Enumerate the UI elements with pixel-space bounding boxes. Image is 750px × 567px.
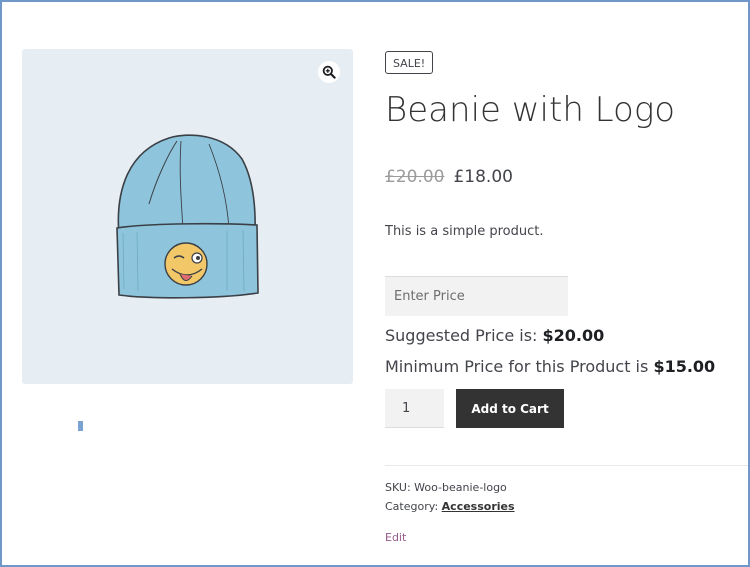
minimum-price: Minimum Price for this Product is $15.00 — [385, 355, 715, 379]
suggested-price-label: Suggested Price is: — [385, 326, 538, 345]
minimum-price-value: $15.00 — [653, 357, 716, 376]
sale-price: £18.00 — [453, 167, 513, 187]
category-label: Category: — [385, 500, 439, 513]
divider — [385, 465, 748, 466]
zoom-trigger[interactable] — [318, 61, 340, 83]
magnifier-plus-icon — [322, 65, 336, 79]
product-image[interactable] — [109, 129, 269, 304]
category-line: Category: Accessories — [385, 499, 515, 515]
product-title: Beanie with Logo — [385, 90, 676, 130]
suggested-price-value: $20.00 — [542, 326, 605, 345]
short-description: This is a simple product. — [385, 224, 544, 239]
gallery-thumbnail[interactable] — [78, 421, 83, 431]
quantity-input[interactable] — [385, 389, 444, 428]
page-frame: SALE! Beanie with Logo £20.00 £18.00 This… — [0, 0, 750, 567]
sku-line: SKU: Woo-beanie-logo — [385, 480, 507, 496]
sku-value: Woo-beanie-logo — [414, 481, 507, 494]
add-to-cart-button[interactable]: Add to Cart — [456, 389, 564, 428]
regular-price: £20.00 — [385, 167, 445, 187]
suggested-price: Suggested Price is: $20.00 — [385, 324, 604, 348]
edit-link[interactable]: Edit — [385, 530, 406, 546]
category-link[interactable]: Accessories — [442, 500, 515, 513]
minimum-price-label: Minimum Price for this Product is — [385, 357, 649, 376]
price-block: £20.00 £18.00 — [385, 165, 513, 189]
sale-badge: SALE! — [385, 51, 434, 74]
price-input[interactable] — [385, 276, 568, 316]
sku-label: SKU: — [385, 481, 411, 494]
